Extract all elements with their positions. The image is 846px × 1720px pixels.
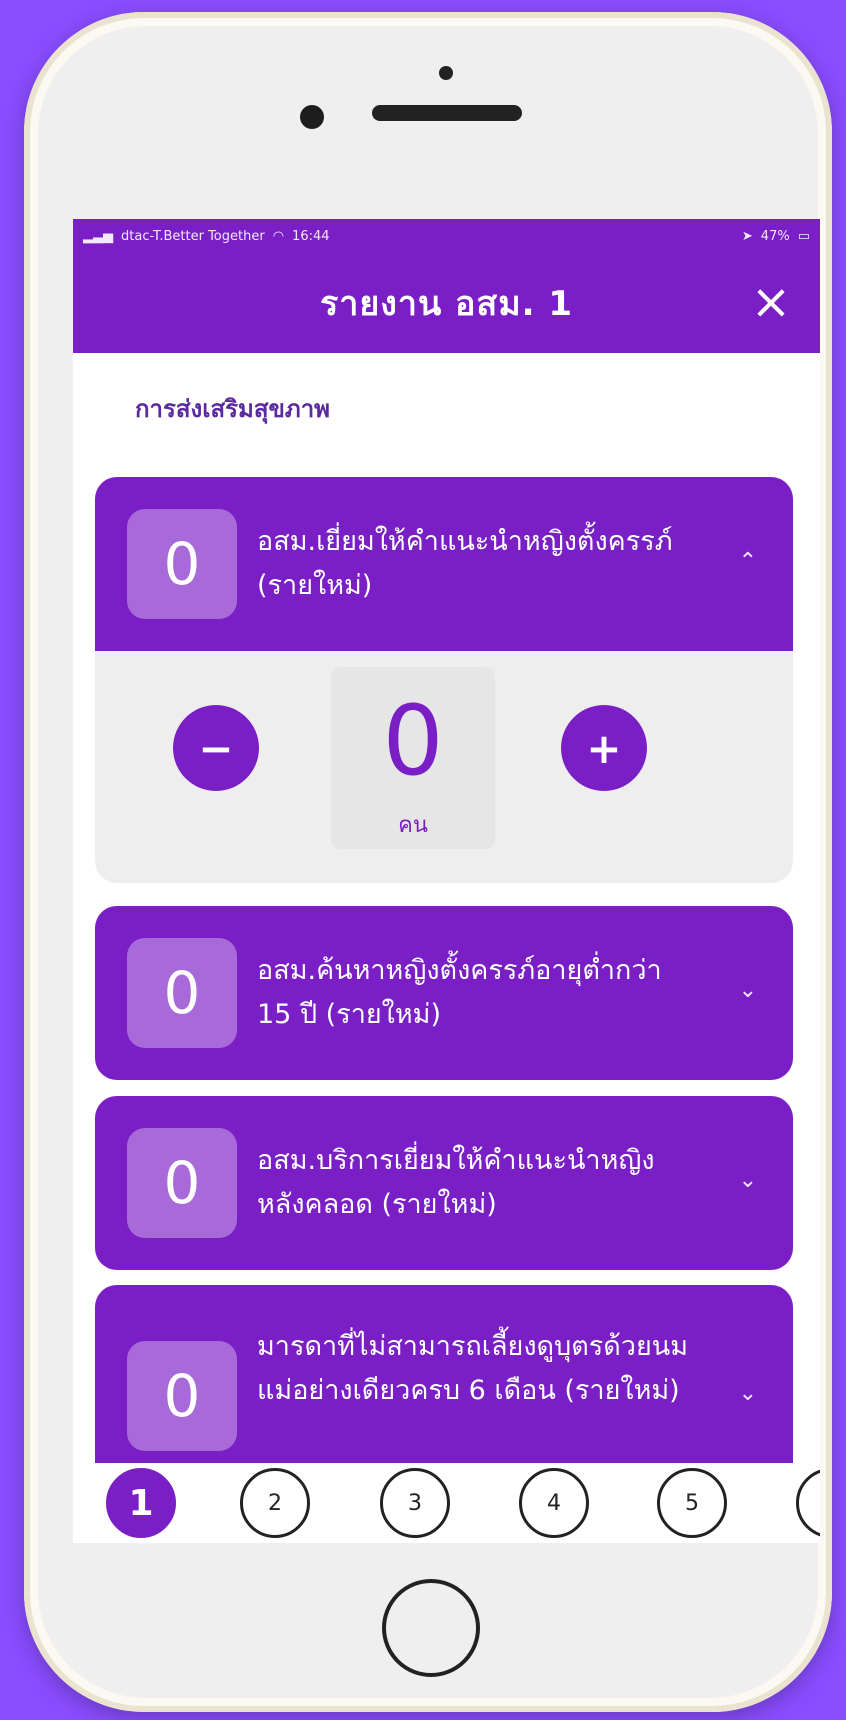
page-button-5[interactable]: 5 [657, 1468, 727, 1538]
decrement-button[interactable]: − [173, 705, 259, 791]
item-label: มารดาที่ไม่สามารถเลี้ยงดูบุตรด้วยนมแม่อย… [257, 1331, 689, 1406]
accordion-item[interactable]: 0 อสม.บริการเยี่ยมให้คำแนะนำหญิงหลังคลอด… [95, 1096, 793, 1270]
increment-button[interactable]: + [561, 705, 647, 791]
item-label: อสม.ค้นหาหญิงตั้งครรภ์อายุต่ำกว่า 15 ปี … [257, 955, 662, 1030]
app-header: รายงาน อสม. 1 × [73, 253, 820, 353]
status-bar: ▂▃▅ dtac-T.Better Together ◠ 16:44 ➤ 47%… [73, 219, 820, 253]
wifi-icon: ◠ [272, 228, 285, 244]
chevron-up-icon[interactable]: ⌃ [739, 549, 757, 574]
phone-speaker [372, 105, 522, 121]
battery-percent: 47% [760, 228, 790, 244]
chevron-down-icon[interactable]: ⌄ [739, 1381, 757, 1406]
app-screen: ▂▃▅ dtac-T.Better Together ◠ 16:44 ➤ 47%… [73, 219, 820, 1543]
page-button-6[interactable]: 6 [796, 1468, 820, 1538]
page-button-3[interactable]: 3 [380, 1468, 450, 1538]
phone-camera [300, 105, 324, 129]
close-icon[interactable]: × [744, 275, 798, 329]
quantity-unit: คน [398, 813, 428, 838]
accordion-item[interactable]: 0 อสม.เยี่ยมให้คำแนะนำหญิงตั้งครรภ์ (ราย… [95, 477, 793, 651]
stepper-panel: − 0 คน + [95, 651, 793, 883]
quantity-display: 0 คน [331, 667, 495, 849]
accordion-item[interactable]: 0 อสม.ค้นหาหญิงตั้งครรภ์อายุต่ำกว่า 15 ป… [95, 906, 793, 1080]
carrier-name: dtac-T.Better Together [121, 228, 265, 244]
page-button-2[interactable]: 2 [240, 1468, 310, 1538]
item-label: อสม.บริการเยี่ยมให้คำแนะนำหญิงหลังคลอด (… [257, 1145, 655, 1220]
signal-icon: ▂▃▅ [83, 228, 113, 244]
count-badge: 0 [127, 938, 237, 1048]
chevron-down-icon[interactable]: ⌄ [739, 1168, 757, 1193]
chevron-down-icon[interactable]: ⌄ [739, 978, 757, 1003]
home-button[interactable] [382, 1579, 480, 1677]
status-time: 16:44 [292, 228, 330, 244]
page-button-4[interactable]: 4 [519, 1468, 589, 1538]
battery-icon: ▭ [797, 228, 810, 244]
phone-sensor [439, 66, 453, 80]
quantity-value: 0 [382, 685, 444, 797]
page-selector: 1 2 3 4 5 6 [73, 1463, 820, 1543]
count-badge: 0 [127, 1341, 237, 1451]
count-badge: 0 [127, 1128, 237, 1238]
item-label: อสม.เยี่ยมให้คำแนะนำหญิงตั้งครรภ์ (รายให… [257, 526, 673, 601]
page-button-1[interactable]: 1 [106, 1468, 176, 1538]
section-title: การส่งเสริมสุขภาพ [135, 394, 330, 423]
location-icon: ➤ [741, 228, 753, 244]
count-badge: 0 [127, 509, 237, 619]
page-title: รายงาน อสม. 1 [319, 284, 574, 324]
